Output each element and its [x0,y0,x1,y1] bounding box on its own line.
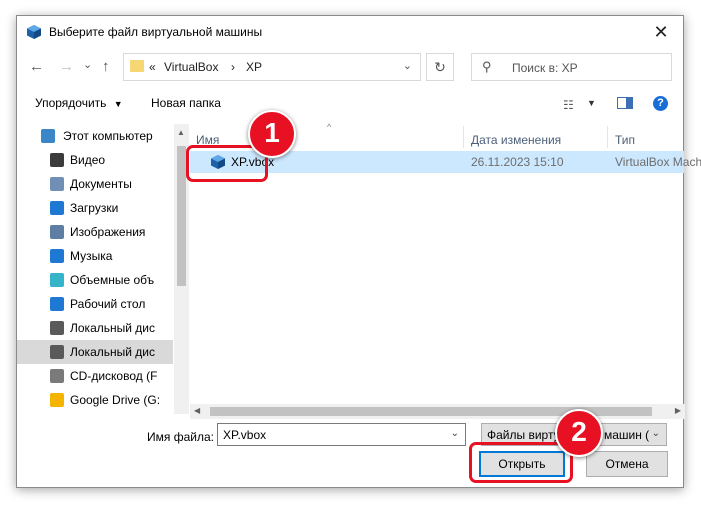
refresh-icon[interactable]: ↻ [426,53,454,81]
sidebar-item-label: Изображения [70,225,146,239]
view-options-icon[interactable]: ☷ [563,98,574,112]
search-icon: ⚲ [482,59,492,74]
filename-dropdown-icon[interactable]: ⌄ [451,428,459,439]
breadcrumb-overflow[interactable]: « [149,60,156,74]
file-type-dropdown-icon[interactable]: ⌄ [648,428,660,439]
search-placeholder: Поиск в: XP [512,61,578,75]
filename-input[interactable]: XP.vbox ⌄ [217,423,466,446]
preview-pane-icon[interactable] [617,97,633,109]
sidebar-item[interactable]: Этот компьютер [17,124,173,148]
desktop-icon [50,297,64,311]
highlight-open-button [469,442,573,483]
title-bar: Выберите файл виртуальной машины ✕ [17,16,683,48]
organize-label: Упорядочить [35,96,107,110]
local-disk-icon [50,321,64,335]
google-drive-icon [50,393,64,407]
scroll-thumb[interactable] [177,146,186,286]
sidebar-item-label: Документы [70,177,132,191]
address-dropdown-icon[interactable]: ⌄ [403,59,412,72]
documents-icon [50,177,64,191]
sidebar-item-label: Рабочий стол [70,297,146,311]
filename-label: Имя файла: [147,430,214,444]
sidebar-item-label: Видео [70,153,106,167]
sidebar-item-label: Музыка [70,249,113,263]
column-separator[interactable] [607,126,608,148]
pictures-icon [50,225,64,239]
filename-value: XP.vbox [223,428,267,442]
column-date[interactable]: Дата изменения [471,133,561,147]
sidebar-item[interactable]: Видео [17,148,173,172]
sidebar-item[interactable]: Загрузки [17,196,173,220]
scroll-right-icon[interactable]: ▶ [675,406,681,415]
local-disk-icon [50,345,64,359]
organize-dropdown-icon: ▼ [113,99,123,109]
sidebar-item[interactable]: CD-дисковод (F [17,364,173,388]
folder-icon [130,60,144,72]
sidebar-item[interactable]: Документы [17,172,173,196]
callout-badge-1: 1 [248,110,296,158]
up-icon[interactable]: ↑ [102,58,110,75]
organize-button[interactable]: Упорядочить ▼ [35,96,123,110]
sidebar-item[interactable]: Объемные объ [17,268,173,292]
virtualbox-icon [27,25,41,39]
sidebar-item[interactable]: Локальный дис [17,316,173,340]
command-bar: Упорядочить ▼ Новая папка [17,91,683,117]
this-pc-icon [41,129,55,143]
column-type[interactable]: Тип [615,133,635,147]
new-folder-button[interactable]: Новая папка [151,96,221,110]
sidebar-item[interactable]: Музыка [17,244,173,268]
sidebar-item[interactable]: Локальный дис [17,340,173,364]
downloads-icon [50,201,64,215]
back-icon[interactable]: ← [29,58,44,75]
cancel-button[interactable]: Отмена [586,451,668,477]
file-type: VirtualBox Machi [615,155,701,169]
dialog-title: Выберите файл виртуальной машины [49,25,263,39]
file-date: 26.11.2023 15:10 [471,155,564,169]
sidebar-item[interactable]: Изображения [17,220,173,244]
search-box[interactable]: ⚲ Поиск в: XP [471,53,672,81]
view-dropdown-icon[interactable]: ▼ [587,98,596,108]
scroll-up-icon[interactable]: ▲ [177,128,185,137]
sidebar-item-label: Этот компьютер [63,129,153,143]
help-icon[interactable]: ? [653,96,668,111]
breadcrumb-xp[interactable]: XP [246,60,262,74]
sidebar-item[interactable]: Google Drive (G: [17,388,173,412]
address-bar[interactable]: « VirtualBox › XP ⌄ [123,53,421,81]
recent-locations-chevron-icon[interactable]: ⌄ [83,58,92,71]
horizontal-scrollbar[interactable]: ◀ ▶ [190,404,685,419]
scroll-left-icon[interactable]: ◀ [194,406,200,415]
sidebar-item-label: Google Drive (G: [70,393,161,407]
callout-badge-2: 2 [555,409,603,457]
column-separator[interactable] [463,126,464,148]
sort-ascending-icon: ^ [327,122,332,132]
video-icon [50,153,64,167]
navigation-pane: Этот компьютер Видео Документы Загрузки Изоб… [17,124,173,414]
sidebar-item[interactable]: Рабочий стол [17,292,173,316]
sidebar-item-label: CD-дисковод (F [70,369,158,383]
sidebar-item-label: Объемные объ [70,273,155,287]
cd-drive-icon [50,369,64,383]
close-icon[interactable]: ✕ [639,16,683,48]
sidebar-item-label: Локальный дис [70,321,155,335]
3d-objects-icon [50,273,64,287]
sidebar-item-label: Локальный дис [70,345,155,359]
sidebar-item-label: Загрузки [70,201,119,215]
breadcrumb-virtualbox[interactable]: VirtualBox [164,60,218,74]
breadcrumb-separator: › [231,60,235,74]
music-icon [50,249,64,263]
forward-icon[interactable]: → [59,58,74,75]
